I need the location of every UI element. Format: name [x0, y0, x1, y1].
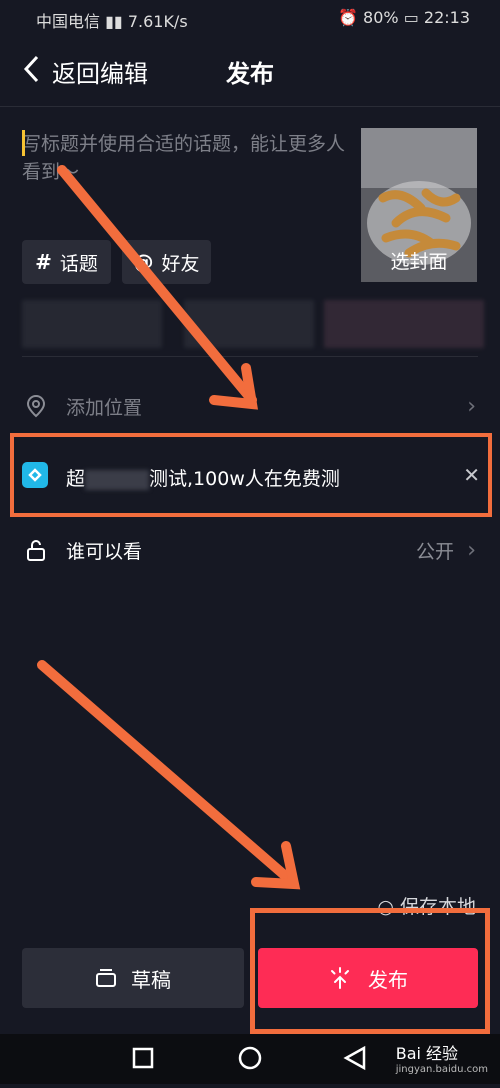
- network-speed: 7.61K/s: [127, 12, 188, 31]
- alarm-icon: ⏰: [338, 8, 358, 27]
- battery-icon: ▭: [403, 8, 424, 27]
- highlight-box: [250, 908, 490, 1034]
- blurred-suggestion: [22, 300, 162, 348]
- add-location-row[interactable]: 添加位置 ›: [0, 376, 500, 436]
- recent-apps-icon[interactable]: [132, 1047, 154, 1069]
- divider: [22, 356, 478, 357]
- select-cover-label: 选封面: [390, 251, 448, 273]
- topic-label: 话题: [59, 252, 98, 275]
- status-bar: 中国电信 ▮▮ 7.61K/s ⏰ 80% ▭ 22:13: [0, 0, 500, 36]
- blurred-suggestion: [184, 300, 314, 348]
- chevron-right-icon: ›: [467, 393, 476, 419]
- header: 返回编辑 发布: [0, 36, 500, 107]
- watermark-url: jingyan.baidu.com: [395, 1064, 488, 1075]
- signal-icon: ▮▮: [105, 12, 128, 31]
- watermark-brand: Bai 经验: [395, 1044, 459, 1063]
- blurred-suggestion: [324, 300, 484, 348]
- caption-input[interactable]: 写标题并使用合适的话题，能让更多人看到～: [22, 130, 347, 186]
- text-caret: [22, 130, 25, 156]
- baidu-watermark: Bai 经验 jingyan.baidu.com: [396, 1040, 488, 1075]
- hashtag-icon: #: [35, 250, 52, 274]
- location-pin-icon: [26, 394, 46, 418]
- page-title: 发布: [226, 60, 274, 88]
- draft-box-icon: [96, 969, 116, 987]
- home-icon[interactable]: [238, 1046, 262, 1070]
- add-location-label: 添加位置: [66, 396, 143, 419]
- unlock-icon: [27, 540, 45, 561]
- who-can-view-label: 谁可以看: [66, 540, 143, 563]
- carrier-label: 中国电信: [36, 12, 101, 31]
- highlight-box: [10, 433, 492, 517]
- at-icon: @: [133, 250, 154, 274]
- chevron-right-icon: ›: [467, 537, 476, 563]
- battery-level: 80%: [363, 8, 399, 27]
- who-can-view-row[interactable]: 谁可以看 公开 ›: [0, 520, 500, 580]
- privacy-value: 公开: [415, 540, 454, 563]
- friend-label: 好友: [161, 252, 200, 275]
- draft-label: 草稿: [131, 967, 171, 992]
- mention-friend-button[interactable]: @ 好友: [122, 240, 211, 284]
- topic-button[interactable]: # 话题: [22, 240, 111, 284]
- clock: 22:13: [423, 8, 470, 27]
- back-icon[interactable]: [343, 1045, 366, 1071]
- cover-thumbnail[interactable]: 选封面: [361, 128, 477, 282]
- draft-button[interactable]: 草稿: [22, 948, 244, 1008]
